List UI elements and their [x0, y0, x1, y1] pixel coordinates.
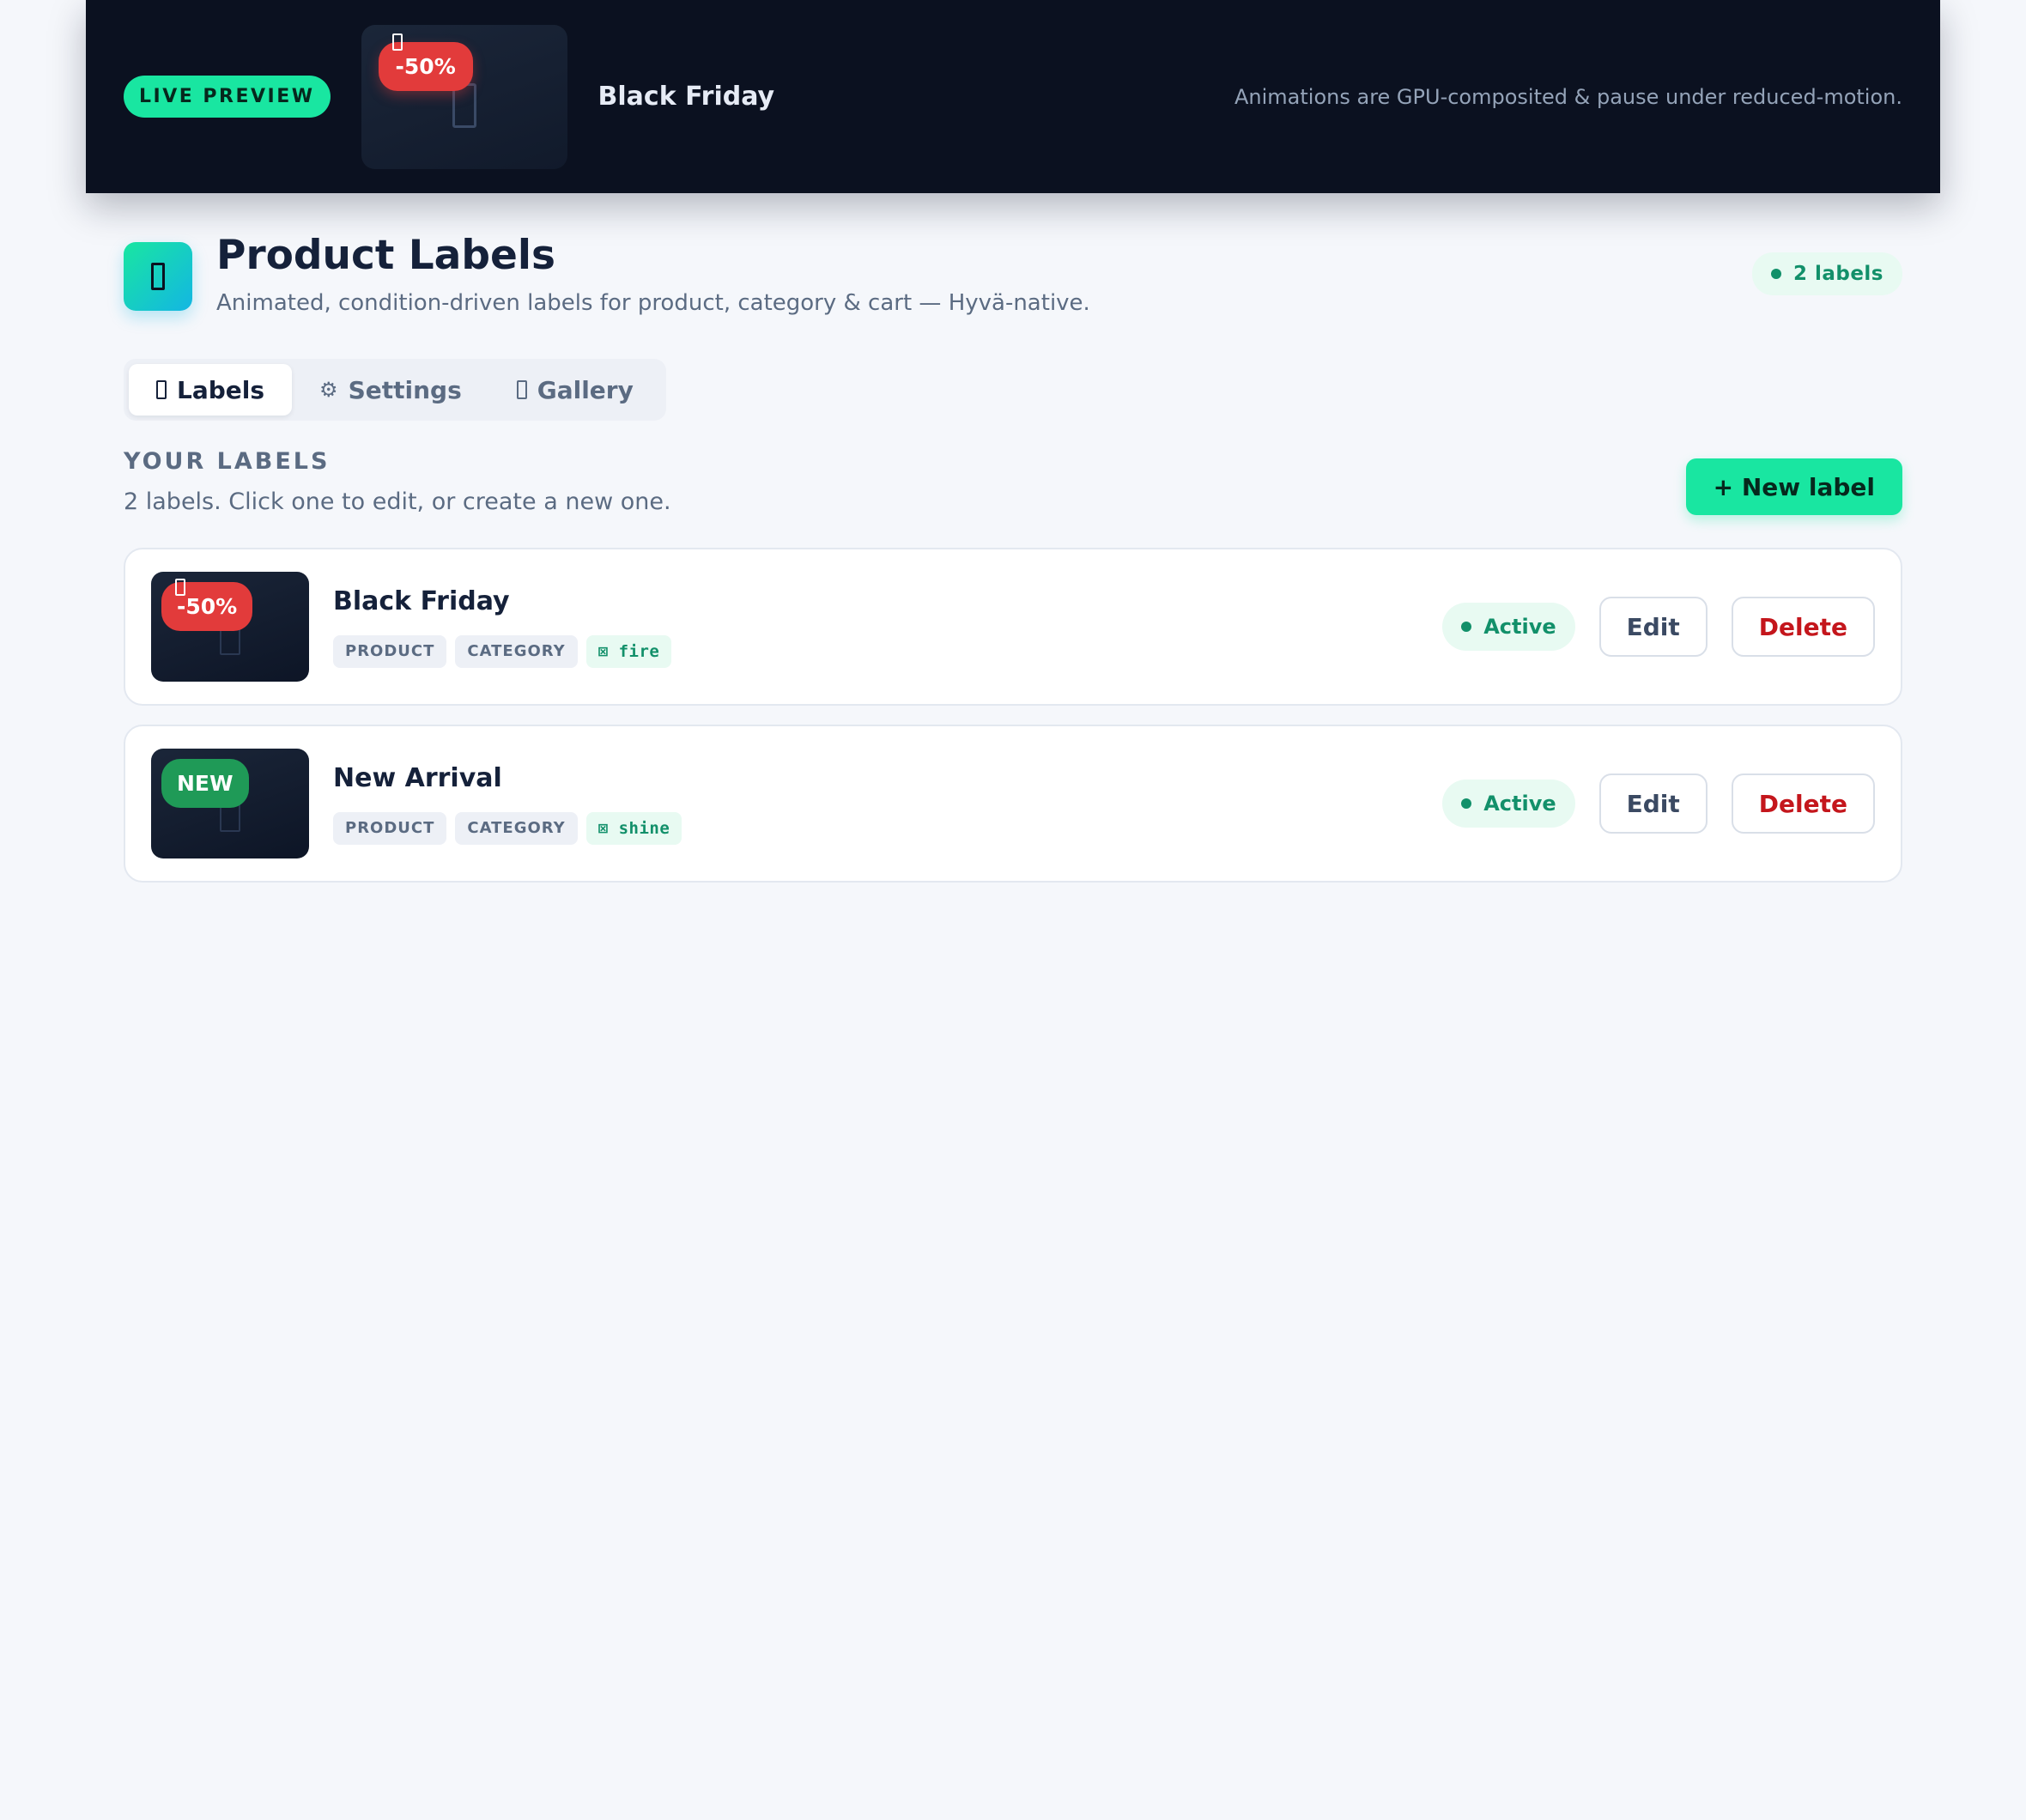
scope-chip: PRODUCT [333, 811, 447, 845]
section-text: YOUR LABELS 2 labels. Click one to edit,… [124, 448, 671, 515]
page-header: Product Labels Animated, condition-drive… [124, 232, 1902, 316]
new-label-button[interactable]: + New label [1685, 458, 1902, 515]
tag-icon [156, 380, 167, 399]
label-badge-text: -50% [177, 594, 238, 619]
label-list: -50% Black Friday PRODUCT CATEGORY ⊠ fir… [124, 548, 1902, 901]
preview-product-tile: -50% [361, 24, 567, 169]
label-actions: Active Edit Delete [1442, 774, 1875, 834]
tab-gallery-label: Gallery [537, 375, 634, 404]
status-text: Active [1483, 615, 1556, 639]
animation-chip: ⊠ shine [585, 811, 682, 845]
live-preview-pill: LIVE PREVIEW [124, 76, 331, 118]
delete-button[interactable]: Delete [1731, 597, 1875, 657]
label-info: New Arrival PRODUCT CATEGORY ⊠ shine [333, 763, 690, 845]
preview-label-name: Black Friday [597, 82, 775, 112]
label-thumbnail: NEW [151, 749, 309, 858]
tab-settings[interactable]: ⚙ Settings [292, 364, 489, 416]
fire-icon [391, 33, 403, 51]
preview-badge-text: -50% [395, 53, 456, 79]
animation-name: shine [618, 818, 670, 838]
label-chips: PRODUCT CATEGORY ⊠ shine [333, 811, 690, 845]
label-card[interactable]: NEW New Arrival PRODUCT CATEGORY ⊠ shine… [124, 725, 1902, 883]
status-badge: Active [1442, 780, 1575, 828]
status-dot-icon [1770, 269, 1781, 279]
animation-icon: ⊠ [597, 818, 619, 838]
status-dot-icon [1461, 622, 1472, 632]
animation-icon: ⊠ [597, 641, 619, 661]
scope-chip: CATEGORY [455, 634, 578, 668]
scope-chip: CATEGORY [455, 811, 578, 845]
label-thumbnail: -50% [151, 572, 309, 682]
delete-button[interactable]: Delete [1731, 774, 1875, 834]
live-preview-bar: LIVE PREVIEW -50% Black Friday Animation… [86, 0, 1940, 193]
label-info: Black Friday PRODUCT CATEGORY ⊠ fire [333, 586, 680, 668]
label-badge: -50% [161, 579, 253, 631]
tag-icon [124, 242, 192, 311]
label-badge: NEW [161, 759, 249, 808]
status-text: Active [1483, 792, 1556, 816]
status-badge: Active [1442, 603, 1575, 651]
gear-icon: ⚙ [319, 378, 338, 402]
label-count-text: 2 labels [1792, 263, 1883, 285]
section-description: 2 labels. Click one to edit, or create a… [124, 488, 671, 515]
tab-settings-label: Settings [348, 375, 462, 404]
labels-section-header: YOUR LABELS 2 labels. Click one to edit,… [124, 448, 1902, 515]
animation-chip: ⊠ fire [585, 634, 672, 668]
section-title: YOUR LABELS [124, 448, 331, 475]
label-card[interactable]: -50% Black Friday PRODUCT CATEGORY ⊠ fir… [124, 548, 1902, 706]
animation-name: fire [618, 641, 660, 661]
label-badge-text: NEW [177, 771, 234, 796]
label-actions: Active Edit Delete [1442, 597, 1875, 657]
fire-icon [175, 579, 185, 596]
scope-chip: PRODUCT [333, 634, 447, 668]
label-name: Black Friday [333, 585, 510, 616]
status-dot-icon [1461, 798, 1472, 809]
tab-labels-label: Labels [177, 375, 265, 404]
preview-note: Animations are GPU-composited & pause un… [1234, 84, 1902, 109]
label-chips: PRODUCT CATEGORY ⊠ fire [333, 634, 680, 668]
title-block: Product Labels Animated, condition-drive… [216, 232, 1090, 316]
tab-labels[interactable]: Labels [129, 364, 293, 416]
label-name: New Arrival [333, 762, 502, 793]
preview-badge: -50% [378, 33, 473, 91]
gallery-icon [516, 380, 527, 399]
page-subtitle: Animated, condition-driven labels for pr… [216, 290, 1090, 317]
label-count-badge: 2 labels [1751, 252, 1902, 295]
edit-button[interactable]: Edit [1598, 597, 1708, 657]
tab-bar: Labels ⚙ Settings Gallery [124, 359, 666, 421]
page-title: Product Labels [216, 232, 555, 279]
tab-gallery[interactable]: Gallery [489, 364, 661, 416]
edit-button[interactable]: Edit [1598, 774, 1708, 834]
